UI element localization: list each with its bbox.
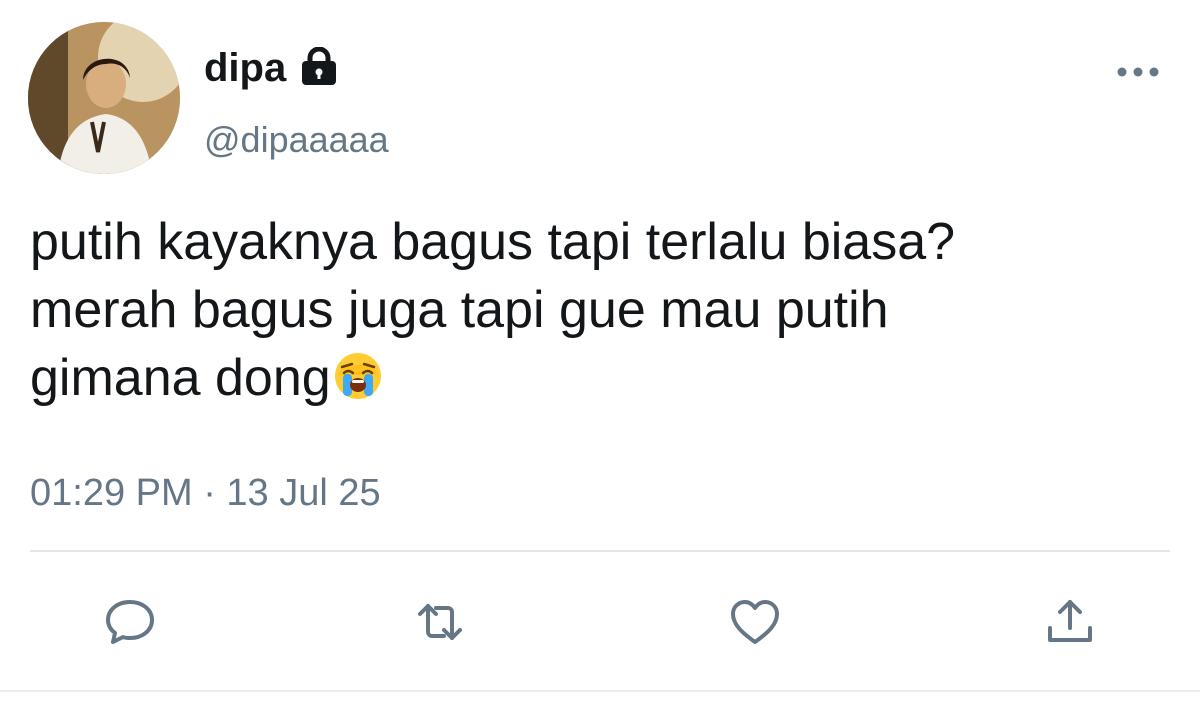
retweet-button[interactable]: [412, 594, 468, 650]
tweet-line-1: putih kayaknya bagus tapi terlalu biasa?: [30, 213, 956, 271]
divider: [30, 550, 1170, 552]
avatar-photo: [28, 22, 180, 174]
retweet-icon: [418, 604, 462, 640]
tweet-text: putih kayaknya bagus tapi terlalu biasa?…: [30, 208, 1170, 412]
reply-button[interactable]: [102, 594, 158, 650]
tweet-timestamp[interactable]: 01:29 PM · 13 Jul 25: [30, 470, 381, 516]
tweet-line-2: merah bagus juga tapi gue mau putih: [30, 281, 889, 339]
loudly-crying-face-icon: [333, 350, 383, 400]
tweet-line-3-wrap: gimana dong: [30, 344, 1170, 412]
display-name-text: dipa: [204, 46, 287, 90]
user-handle[interactable]: @dipaaaaa: [204, 118, 389, 162]
tweet-line-3: gimana dong: [30, 349, 331, 407]
like-button[interactable]: [727, 594, 783, 650]
share-button[interactable]: [1042, 594, 1098, 650]
comment-icon: [106, 600, 154, 644]
heart-icon: [731, 600, 779, 644]
share-icon: [1048, 600, 1092, 642]
avatar[interactable]: [28, 22, 180, 174]
display-name[interactable]: dipa: [204, 44, 340, 92]
lock-icon: [298, 46, 340, 89]
more-options-icon[interactable]: [1114, 62, 1162, 82]
bottom-divider: [0, 690, 1200, 692]
